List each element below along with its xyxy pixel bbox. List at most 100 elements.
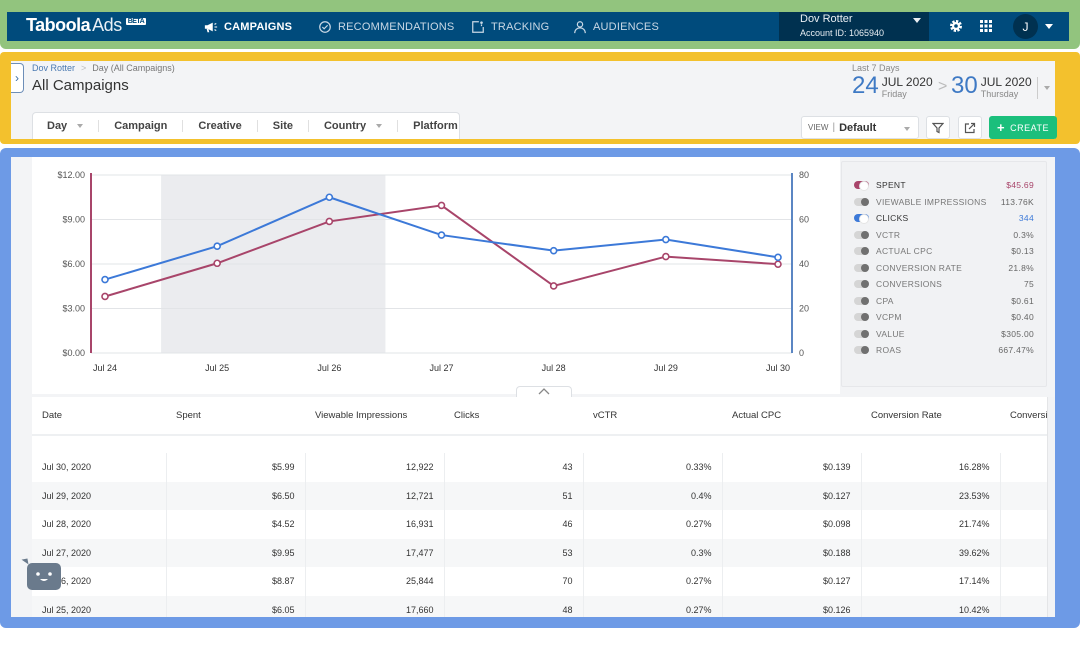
- nav-recommendations[interactable]: RECOMMENDATIONS: [318, 12, 454, 41]
- user-avatar[interactable]: J: [1013, 14, 1038, 39]
- table-cell: Jul 29, 2020: [32, 481, 167, 510]
- toggle-switch[interactable]: [854, 329, 869, 338]
- tab-creative[interactable]: Creative: [198, 120, 241, 132]
- table-cell: 12,922: [305, 453, 445, 482]
- gear-icon[interactable]: [948, 18, 964, 34]
- y-tick-label-left: $6.00: [62, 259, 85, 269]
- divider: [182, 120, 184, 132]
- metric-toggle-vcpm[interactable]: VCPM $0.40: [842, 309, 1046, 326]
- table-row[interactable]: Jul 26, 2020 $8.87 25,844 70 0.27% $0.127 17.1…: [32, 567, 1055, 596]
- metric-toggle-spent[interactable]: SPENT $45.69: [842, 177, 1046, 194]
- metric-label: ROAS: [876, 345, 902, 356]
- table-cell: 46: [444, 510, 584, 539]
- filter-button[interactable]: [926, 116, 950, 139]
- column-header[interactable]: Actual CPC: [722, 397, 861, 436]
- table-cell: 53: [444, 538, 584, 567]
- sidebar-toggle[interactable]: ›: [11, 63, 24, 93]
- data-table: Date Spent Viewable Impressions Clicks vCTR A…: [32, 397, 1055, 617]
- y-tick-label-right: 0: [799, 348, 804, 358]
- taboola-logo[interactable]: Taboola Ads BETA: [26, 15, 147, 36]
- tab-country[interactable]: Country: [324, 120, 383, 132]
- table-row[interactable]: Jul 30, 2020 $5.99 12,922 43 0.33% $0.139 16.2…: [32, 453, 1055, 482]
- column-header[interactable]: Spent: [166, 397, 305, 436]
- toggle-switch[interactable]: [854, 247, 869, 256]
- apps-grid-icon[interactable]: [978, 18, 994, 34]
- column-header[interactable]: vCTR: [583, 397, 722, 436]
- table-cell: 16.28%: [861, 453, 1001, 482]
- check-circle-icon: [319, 20, 331, 33]
- toggle-switch[interactable]: [854, 346, 869, 355]
- table-cell: $9.95: [166, 538, 306, 567]
- tracking-icon: [472, 20, 484, 33]
- breadcrumb: Dov Rotter > Day (All Campaigns): [32, 63, 175, 73]
- smiley-bot-icon: [36, 572, 52, 581]
- column-header[interactable]: Conversion Rate: [861, 397, 1000, 436]
- metric-label: CONVERSION RATE: [876, 262, 963, 273]
- nav-campaigns[interactable]: CAMPAIGNS: [204, 12, 292, 41]
- caret-down-icon[interactable]: [1044, 86, 1050, 90]
- table-cell: 48: [444, 595, 584, 617]
- toggle-switch[interactable]: [854, 296, 869, 305]
- y-tick-label-left: $9.00: [62, 215, 85, 225]
- table-row[interactable]: Jul 28, 2020 $4.52 16,931 46 0.27% $0.098 21.7…: [32, 510, 1055, 539]
- metric-toggle-viewable-impressions[interactable]: VIEWABLE IMPRESSIONS 113.76K: [842, 194, 1046, 211]
- create-button[interactable]: + CREATE: [989, 116, 1057, 139]
- table-cell: 23.53%: [861, 481, 1001, 510]
- table-cell: 17,477: [305, 538, 445, 567]
- table-cell: 39.62%: [861, 538, 1001, 567]
- metric-toggle-value[interactable]: VALUE $305.00: [842, 326, 1046, 343]
- toggle-switch[interactable]: [854, 230, 869, 239]
- divider: [256, 120, 258, 132]
- tab-platform[interactable]: Platform: [413, 120, 458, 132]
- table-row[interactable]: Jul 27, 2020 $9.95 17,477 53 0.3% $0.188 39.62…: [32, 538, 1055, 567]
- chevron-down-icon[interactable]: [1045, 24, 1053, 29]
- table-scrollbar[interactable]: [1047, 397, 1055, 617]
- table-cell: 16,931: [305, 510, 445, 539]
- data-point-spent: [101, 292, 109, 301]
- x-tick-label: Jul 24: [93, 363, 117, 373]
- metric-toggle-clicks[interactable]: CLICKS 344: [842, 210, 1046, 227]
- caret-down-icon: [376, 124, 383, 128]
- metric-toggle-actual-cpc[interactable]: ACTUAL CPC $0.13: [842, 243, 1046, 260]
- metric-toggle-vctr[interactable]: VCTR 0.3%: [842, 227, 1046, 244]
- data-point-clicks: [325, 193, 334, 202]
- toggle-switch[interactable]: [854, 181, 869, 192]
- toggle-switch[interactable]: [854, 313, 869, 322]
- metric-label: VALUE: [876, 328, 905, 339]
- account-switcher[interactable]: Dov Rotter Account ID: 1065940: [779, 12, 929, 41]
- chart-card: $0.00 $3.00 $6.00 $9.00 $12.00 0 20 40 60 80 Jul 2…: [32, 157, 840, 394]
- column-header[interactable]: Clicks: [444, 397, 583, 436]
- table-row[interactable]: Jul 25, 2020 $6.05 17,660 48 0.27% $0.126 10.4…: [32, 595, 1055, 617]
- metric-toggle-cpa[interactable]: CPA $0.61: [842, 293, 1046, 310]
- metric-toggle-conversions[interactable]: CONVERSIONS 75: [842, 276, 1046, 293]
- toggle-switch[interactable]: [854, 214, 869, 225]
- metric-label: CPA: [876, 295, 894, 306]
- table-cell: Jul 25, 2020: [32, 595, 167, 617]
- date-range-picker[interactable]: Last 7 Days 24 JUL 2020 Friday > 30 JUL …: [852, 63, 1057, 103]
- x-tick-label: Jul 25: [205, 363, 229, 373]
- view-select[interactable]: VIEW | Default: [801, 116, 919, 139]
- column-header[interactable]: Date: [32, 397, 166, 436]
- metric-value: 75: [1023, 279, 1034, 290]
- table-cell: 43: [444, 453, 584, 482]
- table-cell: 0.27%: [583, 595, 723, 617]
- tab-day[interactable]: Day: [47, 120, 84, 132]
- toggle-switch[interactable]: [854, 280, 869, 289]
- column-header[interactable]: Viewable Impressions: [305, 397, 444, 436]
- nav-tracking[interactable]: TRACKING: [471, 12, 549, 41]
- metric-toggle-conversion-rate[interactable]: CONVERSION RATE 21.8%: [842, 260, 1046, 277]
- toggle-switch[interactable]: [854, 263, 869, 272]
- top-nav: Taboola Ads BETA CAMPAIGNS RECOMMENDATIO…: [7, 12, 1069, 41]
- nav-audiences[interactable]: AUDIENCES: [573, 12, 659, 41]
- y-tick-label-left: $12.00: [57, 170, 85, 180]
- chat-assistant-button[interactable]: [27, 563, 61, 590]
- metric-toggle-roas[interactable]: ROAS 667.47%: [842, 342, 1046, 359]
- tab-site[interactable]: Site: [273, 120, 293, 132]
- table-row[interactable]: Jul 29, 2020 $6.50 12,721 51 0.4% $0.127 23.53…: [32, 481, 1055, 510]
- breadcrumb-account[interactable]: Dov Rotter: [32, 63, 75, 73]
- export-button[interactable]: [958, 116, 982, 139]
- y-tick-label-right: 60: [799, 215, 809, 225]
- tab-campaign[interactable]: Campaign: [114, 120, 167, 132]
- toggle-switch[interactable]: [854, 197, 869, 206]
- x-tick-label: Jul 28: [542, 363, 566, 373]
